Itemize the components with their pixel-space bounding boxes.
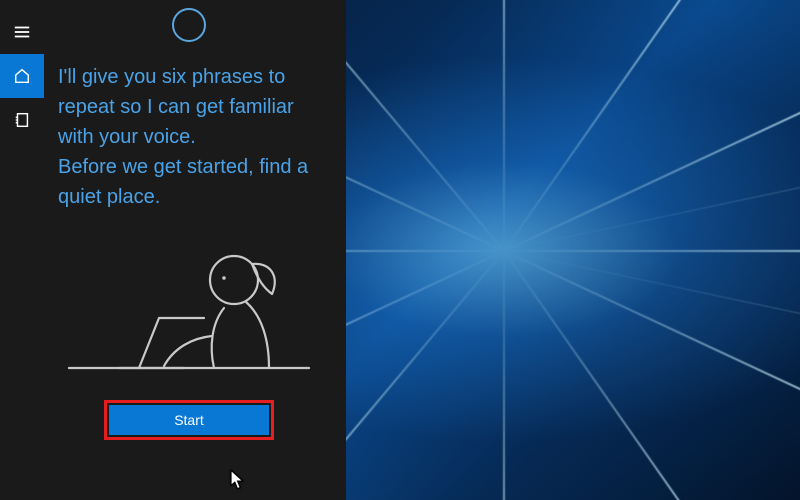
start-button[interactable]: Start	[109, 405, 269, 435]
cortana-nav-rail	[0, 0, 44, 500]
cortana-logo-icon	[172, 8, 206, 42]
notebook-button[interactable]	[0, 98, 44, 142]
cortana-content: I'll give you six phrases to repeat so I…	[44, 0, 346, 500]
menu-button[interactable]	[0, 10, 44, 54]
cortana-panel: I'll give you six phrases to repeat so I…	[0, 0, 346, 500]
notebook-icon	[13, 111, 31, 129]
home-icon	[13, 67, 31, 85]
home-button[interactable]	[0, 54, 44, 98]
illustration-person-laptop	[58, 228, 320, 378]
tutorial-highlight: Start	[104, 400, 274, 440]
hamburger-icon	[13, 23, 31, 41]
voice-training-prompt: I'll give you six phrases to repeat so I…	[58, 62, 320, 212]
